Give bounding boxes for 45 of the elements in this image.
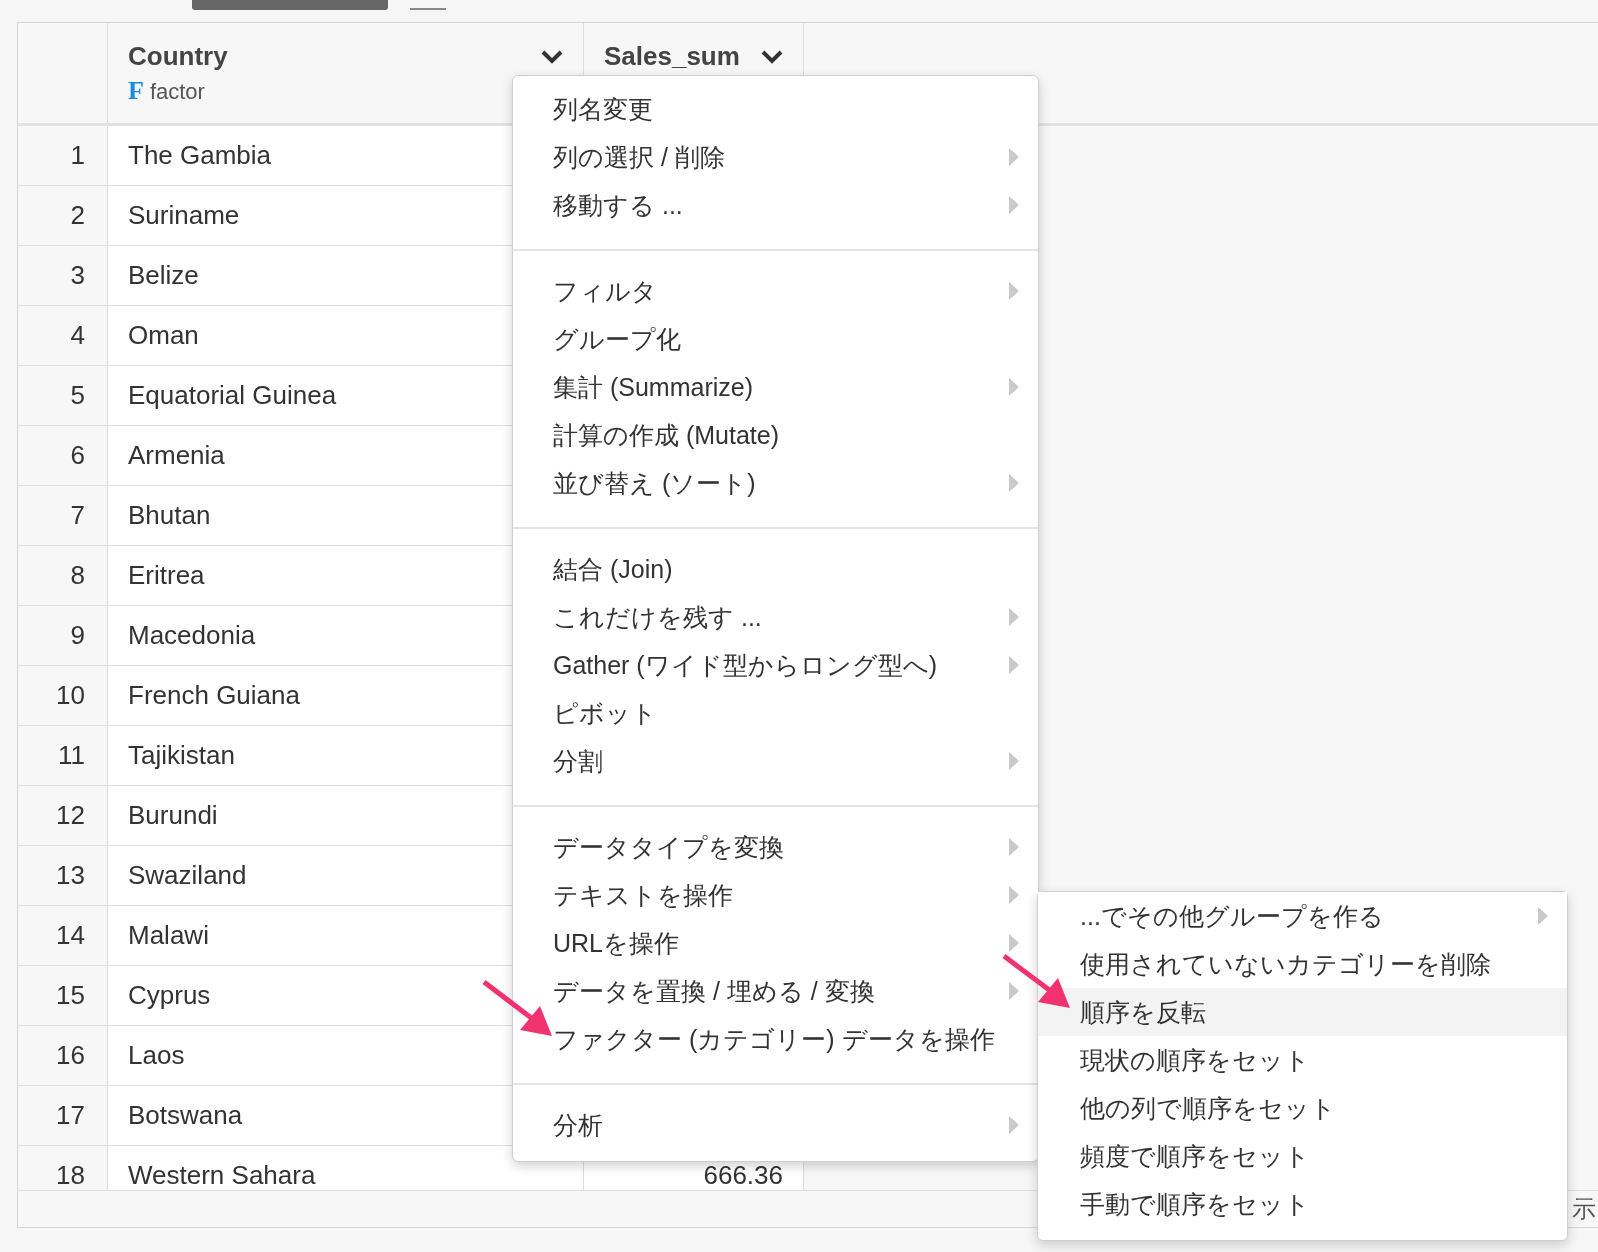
menu-item[interactable]: これだけを残す ... [513,593,1038,641]
menu-item[interactable]: 計算の作成 (Mutate) [513,411,1038,459]
column-header: Country [128,41,228,72]
menu-item[interactable]: 列名変更 [513,85,1038,133]
chevron-down-icon[interactable] [541,49,563,64]
submenu-arrow-icon [1008,195,1020,215]
menu-item[interactable]: フィルタ [513,267,1038,315]
chevron-down-icon[interactable] [761,49,783,64]
submenu-arrow-icon [1008,933,1020,953]
submenu-arrow-icon [1008,981,1020,1001]
submenu-arrow-icon [1008,281,1020,301]
menu-item[interactable]: 列の選択 / 削除 [513,133,1038,181]
submenu-arrow-icon [1008,655,1020,675]
menu-item[interactable]: ...でその他グループを作る [1038,892,1567,940]
menu-item[interactable]: 使用されていないカテゴリーを削除 [1038,940,1567,988]
submenu-arrow-icon [1008,147,1020,167]
column-header: Sales_sum [604,41,740,72]
menu-item[interactable]: 集計 (Summarize) [513,363,1038,411]
menu-item[interactable]: 現状の順序をセット [1038,1036,1567,1084]
annotation-arrow [482,980,552,1036]
factor-type-icon: F [128,76,144,106]
table-cell: Western Sahara [108,1146,584,1190]
submenu-arrow-icon [1008,607,1020,627]
menu-item[interactable]: 結合 (Join) [513,545,1038,593]
submenu-arrow-icon [1008,1115,1020,1135]
menu-item[interactable]: 移動する ... [513,181,1038,229]
menu-item[interactable]: 他の列で順序をセット [1038,1084,1567,1132]
menu-item[interactable]: 手動で順序をセット [1038,1180,1567,1228]
submenu-arrow-icon [1008,751,1020,771]
menu-item[interactable]: Gather (ワイド型からロング型へ) [513,641,1038,689]
submenu-arrow-icon [1008,837,1020,857]
column-type: factor [149,79,205,105]
submenu-arrow-icon [1008,377,1020,397]
submenu-arrow-icon [1008,885,1020,905]
menu-item[interactable]: 分割 [513,737,1038,785]
menu-item[interactable]: グループ化 [513,315,1038,363]
footer-text: 示 [1572,1194,1596,1224]
menu-item[interactable]: テキストを操作 [513,871,1038,919]
menu-item[interactable]: 頻度で順序をセット [1038,1132,1567,1180]
submenu-arrow-icon [1008,473,1020,493]
submenu-arrow-icon [1537,906,1549,926]
toolbar-mark [410,8,446,10]
menu-item[interactable]: ピボット [513,689,1038,737]
menu-item[interactable]: 順序を反転 [1038,988,1567,1036]
annotation-arrow [1002,954,1070,1008]
